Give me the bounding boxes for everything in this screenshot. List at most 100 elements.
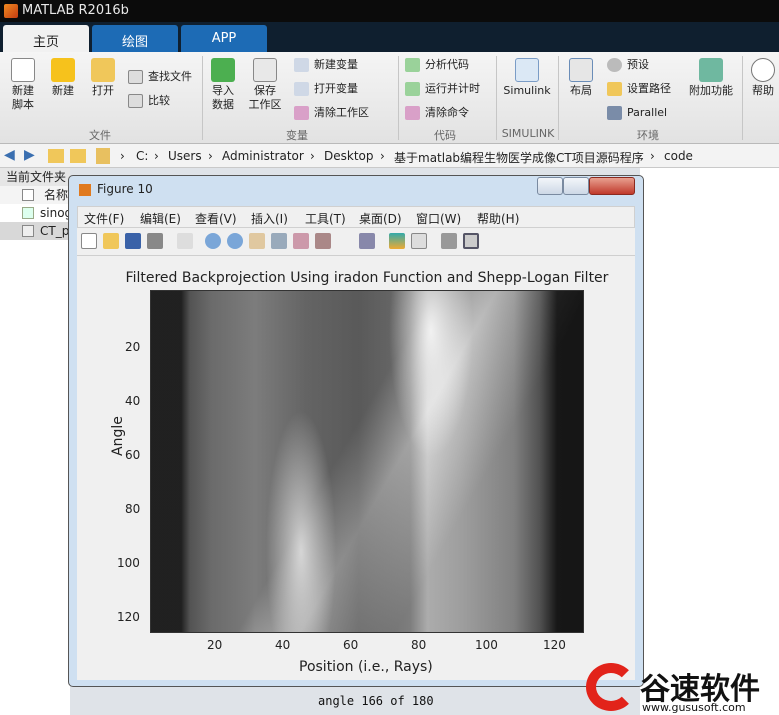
- workspace-area: [640, 168, 779, 715]
- list-item[interactable]: sinog: [0, 204, 72, 222]
- tab-apps[interactable]: APP: [181, 25, 267, 52]
- set-path-button[interactable]: 设置路径: [607, 80, 671, 98]
- maximize-button[interactable]: [563, 177, 589, 195]
- parallel-button[interactable]: Parallel: [607, 104, 667, 122]
- simulink-button[interactable]: Simulink: [502, 58, 552, 98]
- menu-insert[interactable]: 插入(I): [251, 210, 288, 227]
- new-script-button[interactable]: 新建 脚本: [6, 58, 40, 112]
- zoom-out-icon[interactable]: [227, 233, 243, 249]
- title-bar: MATLAB R2016b: [0, 0, 779, 22]
- figure-menubar: 文件(F) 编辑(E) 查看(V) 插入(I) 工具(T) 桌面(D) 窗口(W…: [77, 206, 635, 228]
- back-icon[interactable]: ◀: [4, 147, 15, 163]
- pan-icon[interactable]: [249, 233, 265, 249]
- browse-folder-icon[interactable]: [70, 149, 86, 163]
- run-time-icon: [405, 82, 420, 96]
- y-tick-label: 120: [117, 610, 140, 624]
- save-icon[interactable]: [125, 233, 141, 249]
- addons-button[interactable]: 附加功能: [688, 58, 734, 98]
- command-window-line: angle 166 of 180: [318, 694, 434, 708]
- breadcrumb-item[interactable]: Users: [168, 149, 202, 163]
- open-variable-label: 打开变量: [314, 82, 358, 95]
- tab-home[interactable]: 主页: [3, 25, 89, 52]
- clear-workspace-label: 清除工作区: [314, 106, 369, 119]
- forward-icon[interactable]: ▶: [24, 147, 35, 163]
- menu-view[interactable]: 查看(V): [195, 210, 237, 227]
- section-file: 文件: [89, 129, 111, 142]
- open-variable-button[interactable]: 打开变量: [294, 80, 358, 98]
- tab-plots[interactable]: 绘图: [92, 25, 178, 52]
- clear-workspace-button[interactable]: 清除工作区: [294, 104, 369, 122]
- compare-label: 比较: [148, 94, 170, 107]
- save-workspace-button[interactable]: 保存 工作区: [246, 58, 284, 112]
- new-variable-button[interactable]: 新建变量: [294, 56, 358, 74]
- menu-window[interactable]: 窗口(W): [416, 210, 461, 227]
- preferences-button[interactable]: 预设: [607, 56, 649, 74]
- folder-icon: [91, 58, 115, 82]
- data-cursor-icon[interactable]: [293, 233, 309, 249]
- list-item[interactable]: CT_p: [0, 222, 70, 240]
- import-data-button[interactable]: 导入 数据: [206, 58, 240, 112]
- menu-help[interactable]: 帮助(H): [477, 210, 519, 227]
- run-time-button[interactable]: 运行并计时: [405, 80, 480, 98]
- column-header-name[interactable]: 名称: [0, 186, 70, 204]
- find-files-icon: [128, 70, 143, 84]
- menu-desktop[interactable]: 桌面(D): [359, 210, 402, 227]
- minimize-button[interactable]: [537, 177, 563, 195]
- new-script-label: 新建 脚本: [12, 84, 34, 111]
- rotate-icon[interactable]: [271, 233, 287, 249]
- up-folder-icon[interactable]: [48, 149, 64, 163]
- menu-tools[interactable]: 工具(T): [305, 210, 346, 227]
- show-plot-tools-icon[interactable]: [463, 233, 479, 249]
- breadcrumb-separator: ›: [208, 149, 213, 163]
- clear-commands-button[interactable]: 清除命令: [405, 104, 469, 122]
- x-tick-label: 100: [475, 638, 498, 652]
- breadcrumb-item[interactable]: Desktop: [324, 149, 374, 163]
- link-plot-icon[interactable]: [359, 233, 375, 249]
- simulink-icon: [515, 58, 539, 82]
- save-workspace-label: 保存 工作区: [248, 84, 282, 111]
- colorbar-icon[interactable]: [389, 233, 405, 249]
- x-axis-label: Position (i.e., Rays): [299, 659, 433, 675]
- analyze-code-button[interactable]: 分析代码: [405, 56, 469, 74]
- layout-label: 布局: [570, 84, 592, 97]
- tab-bar: 主页 绘图 APP: [0, 22, 779, 52]
- plot-area[interactable]: [150, 290, 584, 633]
- open-button[interactable]: 打开: [86, 58, 120, 98]
- breadcrumb-item[interactable]: Administrator: [222, 149, 304, 163]
- hide-plot-tools-icon[interactable]: [441, 233, 457, 249]
- preferences-label: 预设: [627, 58, 649, 71]
- menu-file[interactable]: 文件(F): [84, 210, 124, 227]
- brush-icon[interactable]: [315, 233, 331, 249]
- figure-canvas: Filtered Backprojection Using iradon Fun…: [77, 256, 635, 680]
- breadcrumb-item[interactable]: code: [664, 149, 693, 163]
- figure-window[interactable]: Figure 10 文件(F) 编辑(E) 查看(V) 插入(I) 工具(T) …: [68, 175, 644, 687]
- compare-button[interactable]: 比较: [128, 92, 170, 110]
- app-title: MATLAB R2016b: [22, 3, 129, 18]
- menu-edit[interactable]: 编辑(E): [140, 210, 181, 227]
- close-button[interactable]: [589, 177, 635, 195]
- legend-icon[interactable]: [411, 233, 427, 249]
- pointer-icon[interactable]: [177, 233, 193, 249]
- print-icon[interactable]: [147, 233, 163, 249]
- new-script-icon: [11, 58, 35, 82]
- new-figure-icon[interactable]: [81, 233, 97, 249]
- new-button[interactable]: 新建: [46, 58, 80, 98]
- compare-icon: [128, 94, 143, 108]
- help-button[interactable]: 帮助: [748, 58, 778, 98]
- zoom-in-icon[interactable]: [205, 233, 221, 249]
- find-files-label: 查找文件: [148, 70, 192, 83]
- plus-icon: [51, 58, 75, 82]
- find-files-button[interactable]: 查找文件: [128, 68, 192, 86]
- x-tick-label: 120: [543, 638, 566, 652]
- watermark-logo: 谷速软件 www.gususoft.com: [586, 660, 779, 715]
- layout-button[interactable]: 布局: [564, 58, 598, 98]
- y-tick-label: 20: [125, 340, 141, 354]
- folder-icon: [607, 82, 622, 96]
- x-tick-label: 60: [343, 638, 359, 652]
- breadcrumb-item[interactable]: 基于matlab编程生物医学成像CT项目源码程序: [394, 149, 644, 166]
- column-name-label: 名称: [44, 188, 69, 202]
- breadcrumb-separator: ›: [310, 149, 315, 163]
- open-file-icon[interactable]: [103, 233, 119, 249]
- breadcrumb-item[interactable]: C:: [136, 149, 148, 163]
- current-folder-header: 当前文件夹: [0, 168, 70, 186]
